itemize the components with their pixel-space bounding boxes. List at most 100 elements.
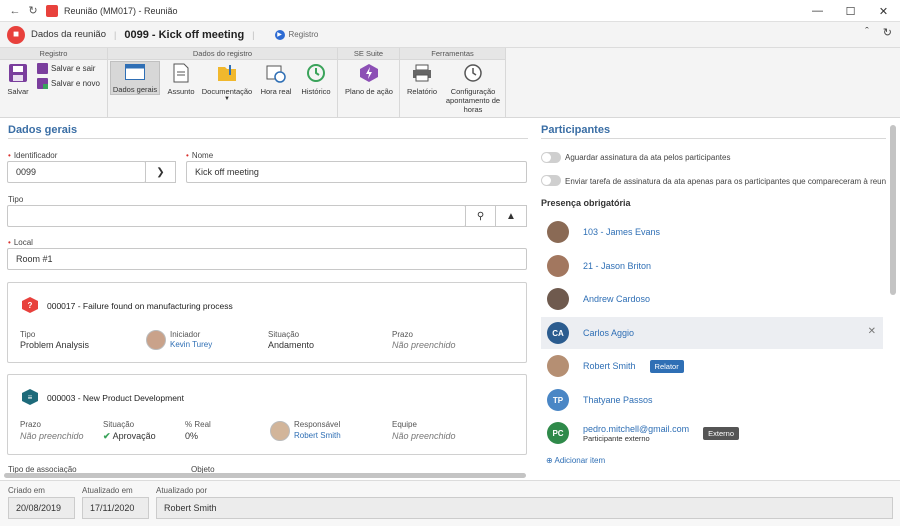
vertical-scrollbar[interactable]	[890, 125, 896, 295]
save-new-button[interactable]: Salvar e novo	[37, 78, 100, 89]
participant-row[interactable]: Andrew Cardoso	[541, 283, 883, 315]
divider	[8, 138, 528, 139]
card-title: 000003 - New Product Development	[47, 393, 185, 403]
participant-name[interactable]: 21 - Jason Briton	[583, 261, 651, 271]
updated-by-label: Atualizado por	[156, 486, 208, 495]
ribbon-group-ferramentas: Ferramentas Relatório Configuração apont…	[400, 48, 506, 118]
ribbon-group-sesuite: SE Suite Plano de ação	[338, 48, 400, 118]
action-plan-icon	[358, 62, 380, 84]
card-status-value: Andamento	[268, 340, 315, 350]
plus-circle-icon: ⊕	[546, 456, 553, 465]
close-window-button[interactable]: ✕	[867, 0, 900, 22]
name-label: • Nome	[186, 151, 214, 160]
real-time-button[interactable]: Hora real	[258, 62, 294, 96]
participant-row[interactable]: CA Carlos Aggio ✕	[541, 317, 883, 349]
participant-row[interactable]: 21 - Jason Briton	[541, 250, 883, 282]
documentation-button[interactable]: Documentação ▼	[200, 62, 254, 102]
report-button[interactable]: Relatório	[402, 62, 442, 96]
app-name: Dados da reunião	[31, 29, 106, 40]
folder-clip-icon	[216, 62, 238, 84]
external-badge: Externo	[703, 426, 740, 440]
type-clear-button[interactable]: ▲	[495, 205, 527, 227]
action-plan-button[interactable]: Plano de ação	[342, 62, 396, 96]
save-label: Salvar	[7, 87, 29, 96]
problem-analysis-icon: ?	[22, 297, 38, 313]
ribbon-group-title: Registro	[0, 48, 107, 60]
collapse-icon[interactable]: ˆ	[865, 26, 869, 39]
participant-name[interactable]: Carlos Aggio	[583, 328, 634, 338]
card-status-label: Situação	[268, 330, 300, 339]
location-field[interactable]: Room #1	[7, 248, 527, 270]
report-label: Relatório	[406, 87, 437, 96]
chevron-right-icon: ❯	[156, 166, 165, 178]
send-task-toggle[interactable]	[541, 175, 561, 186]
app-logo-icon	[46, 4, 58, 17]
save-exit-button[interactable]: Salvar e sair	[37, 63, 95, 74]
horizontal-scrollbar[interactable]	[4, 473, 526, 478]
refresh-icon[interactable]: ↻	[24, 2, 42, 20]
card-due-value: Não preenchido	[20, 431, 84, 441]
approval-check-icon: ✔	[103, 431, 111, 441]
ribbon-group-title: Ferramentas	[400, 48, 505, 60]
participant-name[interactable]: Andrew Cardoso	[583, 294, 650, 304]
back-arrow-icon[interactable]: ←	[6, 2, 24, 20]
type-field[interactable]	[7, 205, 466, 227]
card-starter-link[interactable]: Kevin Turey	[170, 340, 212, 349]
wait-signature-toggle[interactable]	[541, 152, 561, 163]
calendar-clock-icon	[265, 62, 287, 84]
card-resp-link[interactable]: Robert Smith	[294, 431, 341, 440]
maximize-button[interactable]: ☐	[834, 0, 867, 22]
history-icon	[305, 62, 327, 84]
config-label-1: Configuração	[450, 87, 496, 96]
participant-name[interactable]: Robert Smith	[583, 361, 636, 371]
avatar: PC	[547, 422, 569, 444]
record-title: 0099 - Kick off meeting	[124, 28, 245, 41]
save-button[interactable]: Salvar	[4, 62, 32, 96]
history-button[interactable]: Histórico	[298, 62, 334, 96]
remove-participant-icon[interactable]: ✕	[868, 326, 876, 337]
search-icon: ⚲	[476, 210, 485, 222]
name-field[interactable]: Kick off meeting	[186, 161, 527, 183]
avatar	[146, 330, 166, 350]
identifier-field[interactable]: 0099	[7, 161, 146, 183]
minimize-button[interactable]: —	[801, 0, 834, 22]
chevron-down-icon: ▼	[224, 96, 230, 102]
printer-icon	[411, 62, 433, 84]
avatar	[270, 421, 290, 441]
updated-label: Atualizado em	[82, 486, 133, 495]
type-label: Tipo	[8, 195, 24, 204]
subject-button[interactable]: Assunto	[164, 62, 198, 96]
config-hours-button[interactable]: Configuração apontamento de horas	[442, 62, 504, 114]
card-title: 000017 - Failure found on manufacturing …	[47, 301, 233, 311]
header-separator: |	[114, 29, 117, 40]
associated-item-card[interactable]: ≡ 000003 - New Product Development Prazo…	[7, 374, 527, 455]
participant-name[interactable]: 103 - James Evans	[583, 227, 660, 237]
participant-row[interactable]: Robert Smith Relator	[541, 350, 883, 382]
associated-item-card[interactable]: ? 000017 - Failure found on manufacturin…	[7, 282, 527, 363]
save-exit-icon	[37, 63, 48, 74]
card-real-label: % Real	[185, 420, 211, 429]
avatar	[547, 221, 569, 243]
ribbon-group-dados: Dados do registro Dados gerais Assunto D…	[108, 48, 338, 118]
card-status-value: ✔ Aprovação	[103, 431, 156, 441]
mandatory-presence-title: Presença obrigatória	[541, 198, 631, 208]
participant-name[interactable]: pedro.mitchell@gmail.com	[583, 424, 689, 434]
add-item-label: Adicionar item	[554, 456, 606, 465]
broom-icon: ▲	[506, 210, 516, 222]
card-type-label: Tipo	[20, 330, 36, 339]
participant-row[interactable]: TP Thatyane Passos	[541, 384, 883, 416]
identifier-next-button[interactable]: ❯	[145, 161, 176, 183]
send-task-label: Enviar tarefa de assinatura da ata apena…	[565, 177, 887, 186]
record-footer: Criado em 20/08/2019 Atualizado em 17/11…	[0, 480, 900, 526]
add-item-button[interactable]: ⊕ Adicionar item	[546, 456, 605, 465]
participant-row[interactable]: 103 - James Evans	[541, 216, 883, 248]
header-separator-2: |	[252, 29, 255, 40]
reload-icon[interactable]: ↻	[883, 26, 892, 39]
general-data-button[interactable]: Dados gerais	[110, 61, 160, 95]
type-search-button[interactable]: ⚲	[465, 205, 496, 227]
participant-row[interactable]: PC pedro.mitchell@gmail.com Participante…	[541, 417, 883, 449]
participant-name[interactable]: Thatyane Passos	[583, 395, 653, 405]
divider	[541, 138, 886, 139]
updated-by-field: Robert Smith	[156, 497, 893, 519]
real-time-label: Hora real	[260, 87, 292, 96]
